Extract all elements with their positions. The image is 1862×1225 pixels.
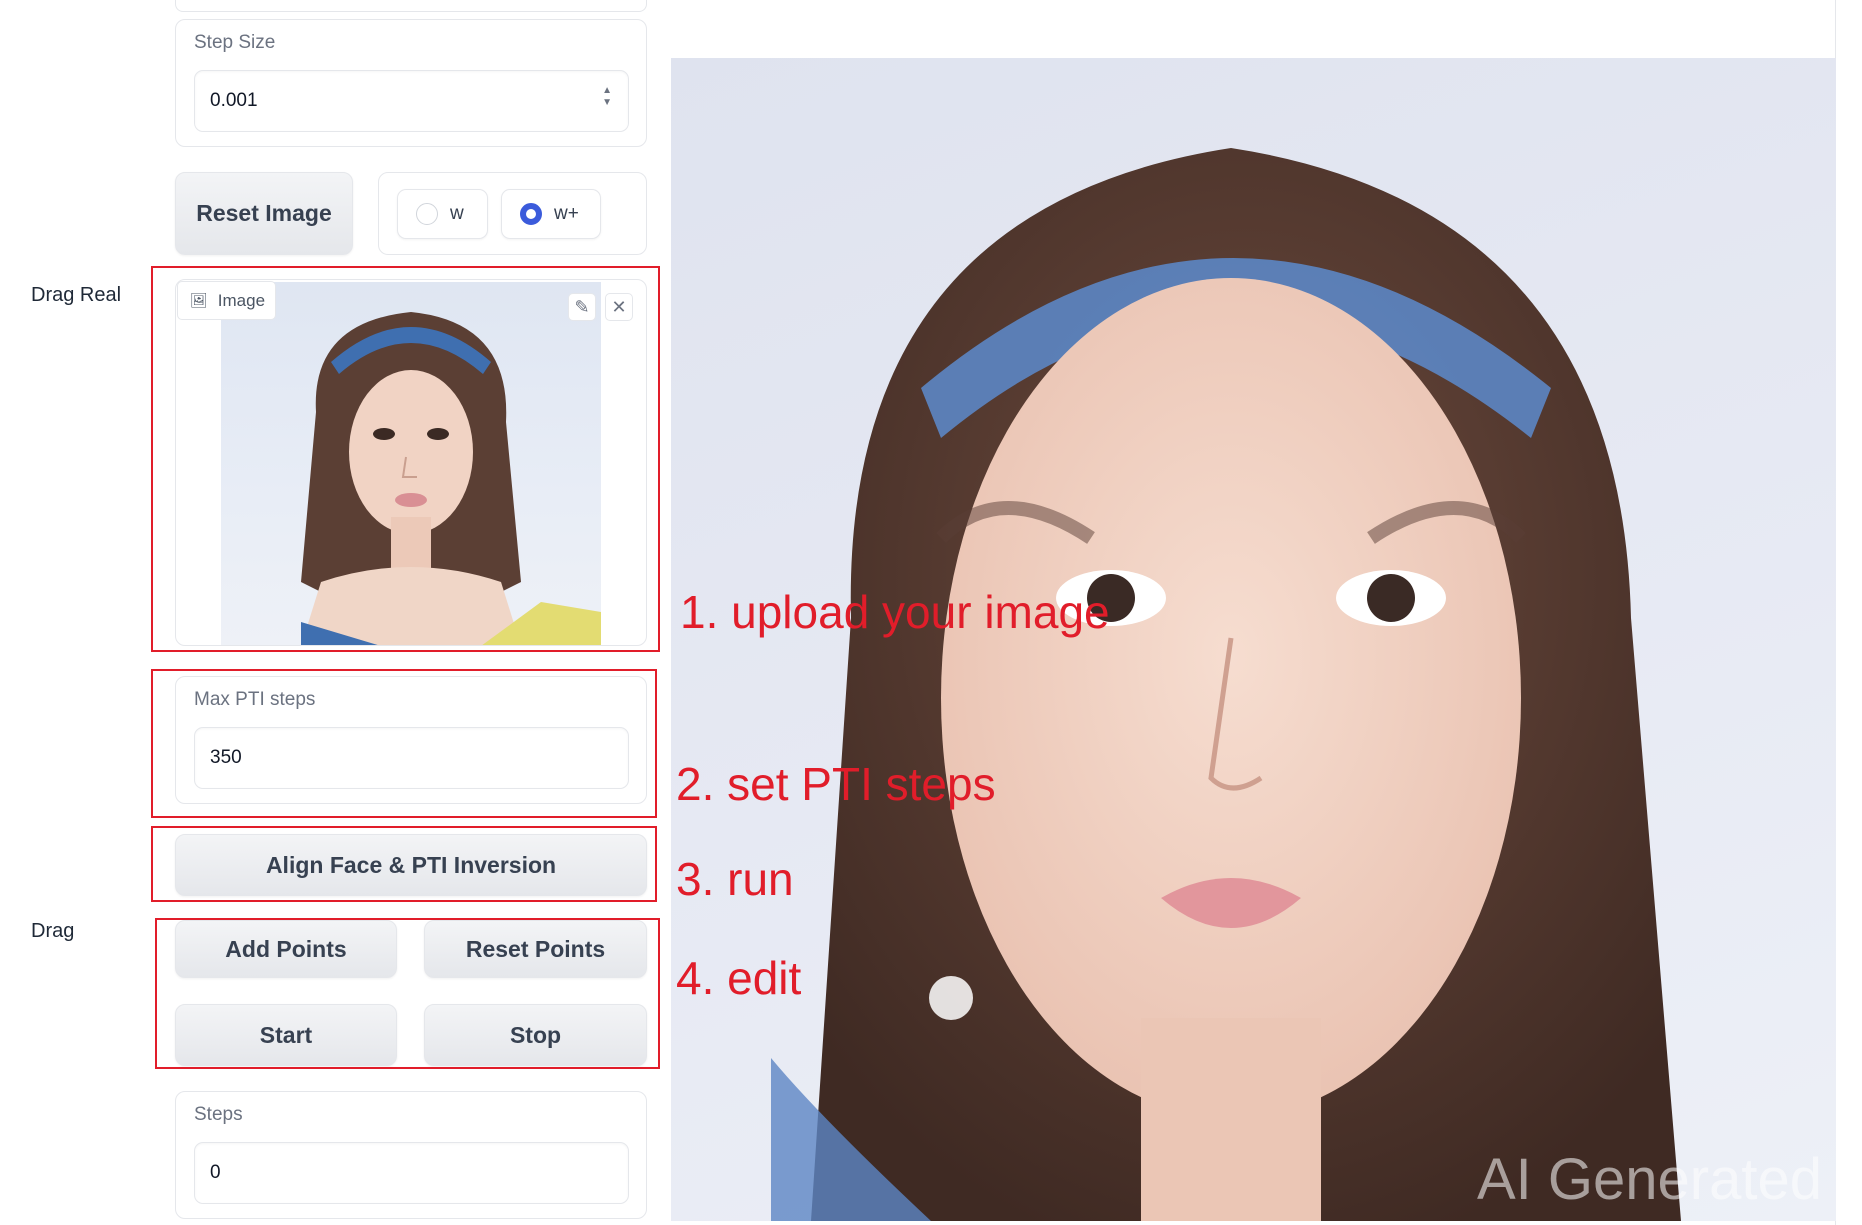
reset-image-button[interactable]: Reset Image <box>175 172 353 255</box>
steps-input[interactable]: 0 <box>194 1142 629 1204</box>
radio-option-w[interactable]: w <box>397 189 488 239</box>
step-size-panel: Step Size 0.001 ▲ ▼ <box>175 19 647 147</box>
radio-checked-icon <box>520 203 542 225</box>
steps-value: 0 <box>210 1162 221 1183</box>
annotation-step-2: 2. set PTI steps <box>676 758 996 810</box>
annotation-step-4: 4. edit <box>676 952 802 1004</box>
annotation-box-pti <box>151 669 657 818</box>
annotation-box-upload <box>151 266 660 652</box>
drag-real-label: Drag Real <box>31 284 122 306</box>
latent-space-radio-group: w w+ <box>378 172 647 255</box>
annotation-box-edit <box>155 918 660 1069</box>
annotation-step-3: 3. run <box>676 853 794 905</box>
spinner-arrows-icon[interactable]: ▲ ▼ <box>602 85 612 109</box>
annotation-box-run <box>151 826 657 902</box>
steps-label: Steps <box>194 1104 243 1125</box>
radio-unchecked-icon <box>416 203 438 225</box>
output-footer-space <box>671 1221 1836 1225</box>
output-header-space <box>671 0 1836 58</box>
previous-panel-edge <box>175 0 647 12</box>
radio-option-w-plus[interactable]: w+ <box>501 189 601 239</box>
drag-label: Drag <box>31 920 75 942</box>
step-size-value: 0.001 <box>210 90 258 111</box>
radio-label-w-plus: w+ <box>554 203 579 224</box>
radio-label-w: w <box>450 203 464 224</box>
generated-output-image: AI Generated <box>671 58 1836 1221</box>
annotation-step-1: 1. upload your image <box>680 586 1110 638</box>
steps-panel: Steps 0 <box>175 1091 647 1219</box>
step-size-input[interactable]: 0.001 ▲ ▼ <box>194 70 629 132</box>
step-size-label: Step Size <box>194 32 276 53</box>
ai-generated-watermark: AI Generated <box>1477 1147 1822 1212</box>
